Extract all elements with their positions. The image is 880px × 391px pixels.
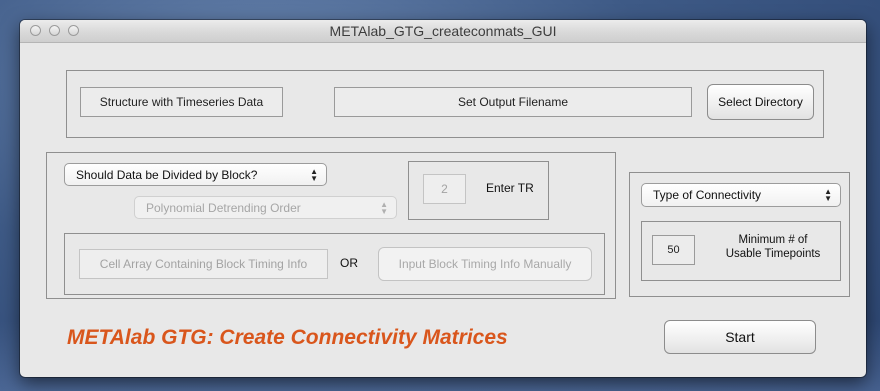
detrending-order-label: Polynomial Detrending Order [146,200,301,215]
connectivity-panel: Type of Connectivity ▲ ▼ 50 Minimum # of … [629,172,850,297]
divide-by-block-label: Should Data be Divided by Block? [76,167,258,182]
block-timing-cell-array-button[interactable]: Cell Array Containing Block Timing Info [79,249,328,279]
output-filename-field[interactable]: Set Output Filename [334,87,692,117]
app-window: METAlab_GTG_createconmats_GUI Structure … [20,20,866,377]
min-timepoints-label-line2: Usable Timepoints [725,248,821,260]
input-panel: Structure with Timeseries Data Set Outpu… [66,70,824,138]
connectivity-type-select[interactable]: Type of Connectivity ▲ ▼ [641,183,841,207]
divide-by-block-select[interactable]: Should Data be Divided by Block? ▲ ▼ [64,163,327,186]
start-button[interactable]: Start [664,320,816,354]
tr-label: Enter TR [486,181,534,195]
title-bar[interactable]: METAlab_GTG_createconmats_GUI [20,20,866,43]
min-timepoints-label-line1: Minimum # of [738,234,808,246]
window-title: METAlab_GTG_createconmats_GUI [329,23,557,39]
updown-arrows-icon: ▲ ▼ [824,187,832,203]
updown-arrows-icon: ▲ ▼ [380,199,388,216]
min-timepoints-group: 50 Minimum # of Usable Timepoints [641,221,841,281]
connectivity-type-label: Type of Connectivity [653,188,762,202]
tr-input[interactable]: 2 [423,174,466,204]
detrending-order-select[interactable]: Polynomial Detrending Order ▲ ▼ [134,196,397,219]
min-timepoints-input[interactable]: 50 [652,235,695,265]
block-timing-group: Cell Array Containing Block Timing Info … [64,233,605,295]
app-heading: METAlab GTG: Create Connectivity Matrice… [67,326,508,349]
tr-group: 2 Enter TR [408,161,549,220]
updown-arrows-icon: ▲ ▼ [310,166,318,183]
or-label: OR [340,256,358,270]
select-directory-button[interactable]: Select Directory [707,84,814,120]
timeseries-data-button[interactable]: Structure with Timeseries Data [80,87,283,117]
block-panel: Should Data be Divided by Block? ▲ ▼ Poly… [46,152,616,299]
min-timepoints-label: Minimum # of Usable Timepoints [714,233,832,261]
input-timing-manually-button[interactable]: Input Block Timing Info Manually [378,247,592,281]
